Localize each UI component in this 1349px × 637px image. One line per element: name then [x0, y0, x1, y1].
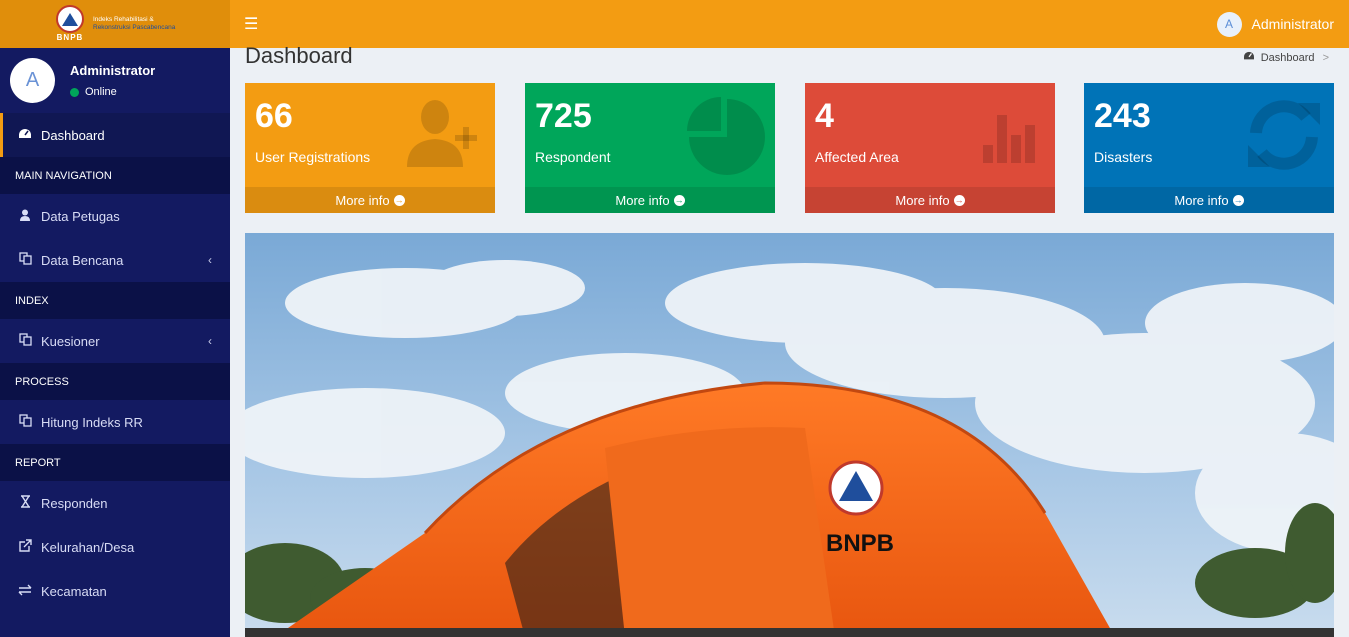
- more-info-link[interactable]: More info →: [525, 187, 775, 213]
- breadcrumb: Dashboard >: [1243, 51, 1329, 64]
- sidebar-item-kelurahan-desa[interactable]: Kelurahan/Desa: [0, 525, 230, 569]
- stat-box-disasters: 243 Disasters More info →: [1084, 83, 1334, 213]
- sidebar-item-data-bencana[interactable]: Data Bencana ‹: [0, 238, 230, 282]
- svg-text:BNPB: BNPB: [826, 530, 894, 557]
- hourglass-icon: [17, 495, 33, 511]
- sidebar-item-responden[interactable]: Responden: [0, 481, 230, 525]
- chevron-left-icon: ‹: [208, 334, 212, 348]
- arrow-circle-right-icon: →: [1232, 194, 1244, 206]
- stat-label: User Registrations: [255, 149, 371, 165]
- arrow-circle-right-icon: →: [393, 194, 405, 206]
- stat-value: 725: [535, 97, 592, 135]
- stat-box-respondent: 725 Respondent More info →: [525, 83, 775, 213]
- bar-chart-icon: [983, 115, 1035, 163]
- sidebar-item-hitung-indeks-rr[interactable]: Hitung Indeks RR: [0, 400, 230, 444]
- arrow-circle-right-icon: →: [673, 194, 685, 206]
- copy-icon: [17, 333, 33, 349]
- stat-label: Respondent: [535, 149, 611, 165]
- avatar: A: [10, 58, 55, 103]
- menu-header-process: PROCESS: [0, 363, 230, 400]
- sidebar-toggle-button[interactable]: ☰: [244, 14, 258, 34]
- banner-image: BNPB: [245, 233, 1334, 637]
- sidebar-item-data-petugas[interactable]: Data Petugas: [0, 194, 230, 238]
- copy-icon: [17, 252, 33, 268]
- menu-header-main-navigation: MAIN NAVIGATION: [0, 157, 230, 194]
- user-plus-icon: [407, 100, 477, 167]
- exchange-icon: [17, 584, 33, 599]
- sidebar-user-name: Administrator: [70, 63, 156, 78]
- sidebar: A Administrator Online Dashboard MAIN NA…: [0, 48, 230, 637]
- user-icon: [17, 209, 33, 224]
- stat-value: 243: [1094, 97, 1151, 135]
- brand-text: Indeks Rehabilitasi & Rekonstruksi Pasca…: [93, 16, 176, 31]
- breadcrumb-dashboard-link[interactable]: Dashboard: [1261, 52, 1315, 64]
- bars-icon: ☰: [244, 16, 259, 33]
- stat-label: Disasters: [1094, 149, 1153, 165]
- chevron-left-icon: ‹: [208, 253, 212, 267]
- status-badge: Online: [70, 86, 155, 98]
- refresh-icon: [1248, 100, 1320, 170]
- stat-label: Affected Area: [815, 149, 899, 165]
- brand-logo[interactable]: BNPB Indeks Rehabilitasi & Rekonstruksi …: [0, 0, 230, 48]
- navbar-user-name: Administrator: [1251, 16, 1334, 32]
- more-info-link[interactable]: More info →: [245, 187, 495, 213]
- online-dot-icon: [70, 87, 79, 97]
- sidebar-item-kecamatan[interactable]: Kecamatan: [0, 569, 230, 613]
- dashboard-icon: [1243, 51, 1255, 64]
- top-navbar: BNPB Indeks Rehabilitasi & Rekonstruksi …: [0, 0, 1349, 48]
- page-title: Dashboard: [245, 43, 353, 68]
- copy-icon: [17, 414, 33, 430]
- pie-chart-icon: [687, 97, 765, 175]
- stat-value: 66: [255, 97, 293, 135]
- sidebar-item-dashboard[interactable]: Dashboard: [0, 113, 230, 157]
- content-wrapper: Dashboard Dashboard > 66 User Registrati…: [230, 43, 1349, 637]
- external-link-icon: [17, 539, 33, 555]
- navbar-user-menu[interactable]: A Administrator: [1216, 11, 1334, 37]
- bnpb-emblem-icon: BNPB: [55, 5, 85, 43]
- user-panel: A Administrator Online: [0, 48, 230, 113]
- dashboard-icon: [17, 128, 33, 143]
- stat-box-affected-area: 4 Affected Area More info →: [805, 83, 1055, 213]
- sidebar-item-kuesioner[interactable]: Kuesioner ‹: [0, 319, 230, 363]
- menu-header-report: REPORT: [0, 444, 230, 481]
- breadcrumb-separator: >: [1322, 51, 1329, 64]
- avatar: A: [1216, 11, 1242, 37]
- stat-value: 4: [815, 97, 834, 135]
- menu-header-index: INDEX: [0, 282, 230, 319]
- arrow-circle-right-icon: →: [953, 194, 965, 206]
- more-info-link[interactable]: More info →: [1084, 187, 1334, 213]
- more-info-link[interactable]: More info →: [805, 187, 1055, 213]
- stat-box-user-registrations: 66 User Registrations More info →: [245, 83, 495, 213]
